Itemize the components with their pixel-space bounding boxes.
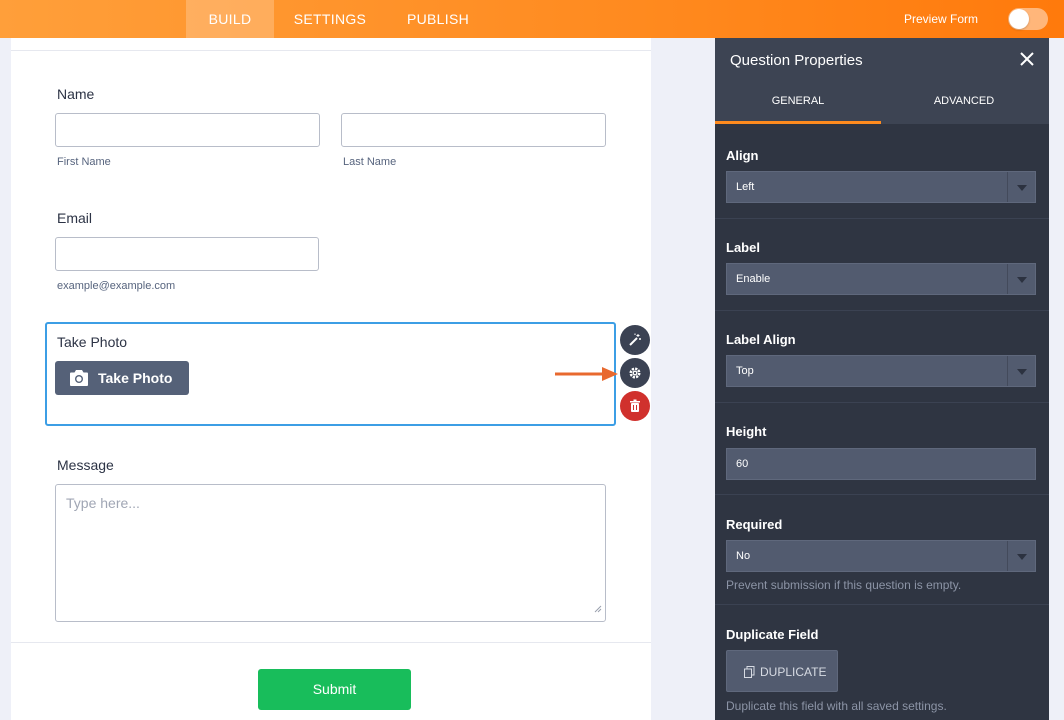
height-input[interactable]: 60 xyxy=(726,448,1036,480)
chevron-down-icon xyxy=(1007,264,1035,294)
label-label: Label xyxy=(726,240,760,255)
preview-form-label: Preview Form xyxy=(903,12,978,26)
panel-title: Question Properties xyxy=(730,52,863,69)
close-icon[interactable] xyxy=(1019,51,1035,72)
delete-button[interactable] xyxy=(620,391,650,421)
preview-form-toggle[interactable] xyxy=(1008,8,1048,30)
divider xyxy=(11,642,651,643)
submit-button[interactable]: Submit xyxy=(258,669,411,710)
align-select[interactable]: Left xyxy=(726,171,1036,203)
message-placeholder: Type here... xyxy=(66,495,140,511)
height-label: Height xyxy=(726,424,767,439)
last-name-input[interactable] xyxy=(341,113,606,147)
required-label: Required xyxy=(726,517,783,532)
last-name-sublabel: Last Name xyxy=(343,156,397,168)
height-value: 60 xyxy=(736,458,749,470)
wand-icon xyxy=(629,333,641,346)
top-navigation-bar: BUILD SETTINGS PUBLISH Preview Form xyxy=(0,0,1064,38)
email-label: Email xyxy=(57,210,93,226)
take-photo-button-label: Take Photo xyxy=(98,370,173,386)
email-sublabel: example@example.com xyxy=(57,280,176,292)
message-textarea[interactable]: Type here... xyxy=(55,484,606,622)
first-name-sublabel: First Name xyxy=(57,156,111,168)
required-hint: Prevent submission if this question is e… xyxy=(726,578,962,592)
gear-icon xyxy=(629,367,641,379)
resize-grip-icon[interactable] xyxy=(594,600,602,618)
chevron-down-icon xyxy=(1007,172,1035,202)
label-align-section: Label Align Top xyxy=(715,311,1049,403)
duplicate-button[interactable]: DUPLICATE xyxy=(726,650,838,692)
label-align-value: Top xyxy=(736,365,754,377)
copy-icon xyxy=(744,666,755,678)
height-section: Height 60 xyxy=(715,403,1049,495)
label-value: Enable xyxy=(736,273,771,285)
label-section: Label Enable xyxy=(715,219,1049,311)
duplicate-button-label: DUPLICATE xyxy=(760,665,827,679)
divider xyxy=(11,50,651,51)
required-value: No xyxy=(736,550,751,562)
take-photo-label: Take Photo xyxy=(57,334,128,350)
email-input[interactable] xyxy=(55,237,319,271)
panel-header: Question Properties xyxy=(715,38,1049,82)
name-label: Name xyxy=(57,86,95,102)
message-label: Message xyxy=(57,457,114,473)
take-photo-button[interactable]: Take Photo xyxy=(55,361,189,395)
tab-publish[interactable]: PUBLISH xyxy=(396,0,480,38)
panel-tabs: GENERAL ADVANCED xyxy=(715,82,1049,124)
duplicate-field-label: Duplicate Field xyxy=(726,627,819,642)
wand-button[interactable] xyxy=(620,325,650,355)
tab-settings[interactable]: SETTINGS xyxy=(283,0,377,38)
required-select[interactable]: No xyxy=(726,540,1036,572)
chevron-down-icon xyxy=(1007,356,1035,386)
scrollbar[interactable] xyxy=(1049,38,1064,720)
duplicate-hint: Duplicate this field with all saved sett… xyxy=(726,699,947,713)
camera-icon xyxy=(69,369,89,390)
chevron-down-icon xyxy=(1007,541,1035,571)
first-name-input[interactable] xyxy=(55,113,320,147)
align-label: Align xyxy=(726,148,759,163)
label-align-select[interactable]: Top xyxy=(726,355,1036,387)
properties-button[interactable] xyxy=(620,358,650,388)
align-section: Align Left xyxy=(715,124,1049,219)
align-value: Left xyxy=(736,181,755,193)
duplicate-section: Duplicate Field DUPLICATE Duplicate this… xyxy=(715,605,1049,720)
label-select[interactable]: Enable xyxy=(726,263,1036,295)
required-section: Required No Prevent submission if this q… xyxy=(715,495,1049,605)
label-align-label: Label Align xyxy=(726,332,796,347)
tab-advanced[interactable]: ADVANCED xyxy=(881,82,1047,124)
tab-general[interactable]: GENERAL xyxy=(715,82,881,124)
tab-build[interactable]: BUILD xyxy=(186,0,274,38)
arrow-icon xyxy=(554,365,620,388)
trash-icon xyxy=(630,399,640,412)
toggle-knob xyxy=(1009,9,1029,29)
question-properties-panel: Question Properties GENERAL ADVANCED Ali… xyxy=(715,38,1049,720)
